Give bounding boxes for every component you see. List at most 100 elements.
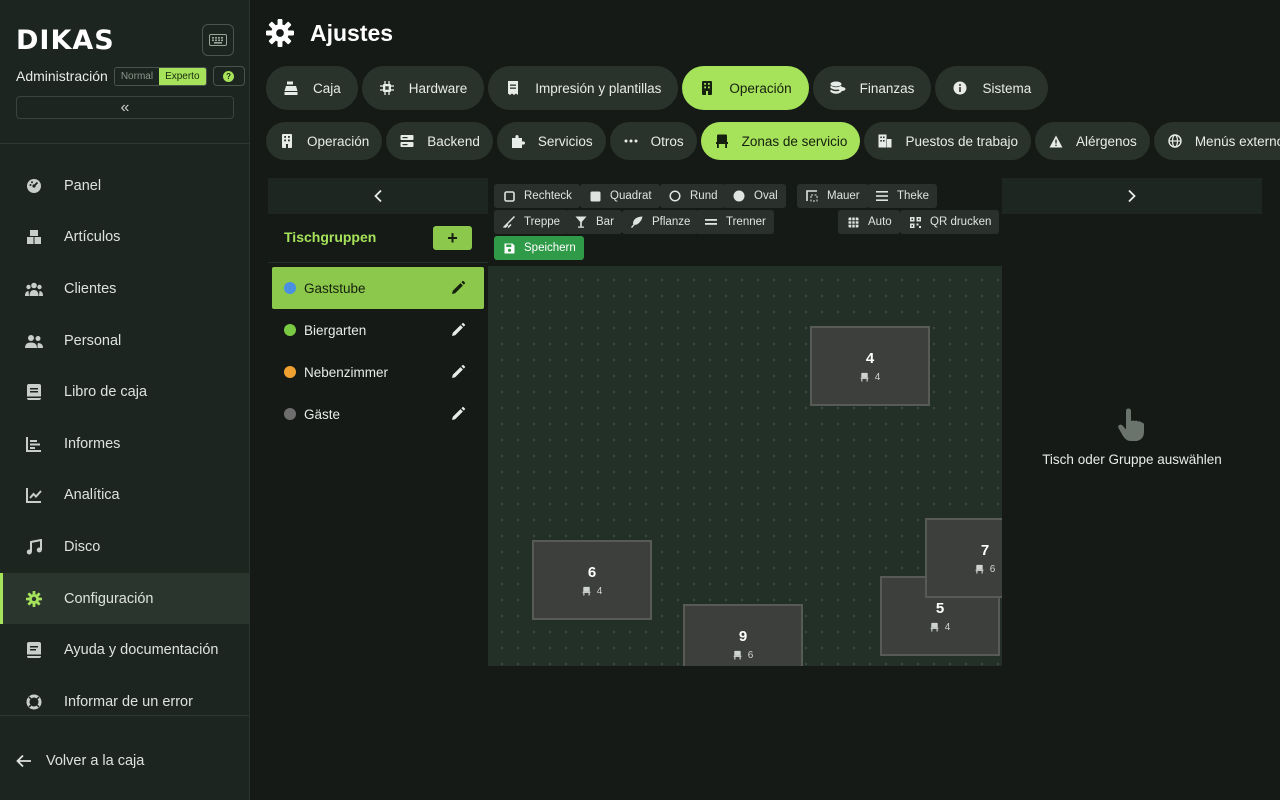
nav-label: Configuración — [64, 590, 154, 607]
table-7[interactable]: 7 6 — [925, 518, 1002, 598]
button-label: Speichern — [524, 242, 576, 254]
mode-normal-button[interactable]: Normal — [114, 67, 160, 85]
pencil-icon[interactable] — [450, 364, 466, 380]
pencil-icon[interactable] — [450, 322, 466, 338]
add-mauer-button[interactable]: Mauer — [797, 184, 868, 208]
chevron-left-icon — [374, 189, 382, 203]
group-list: Gaststube Biergarten Nebenzimmer Gäste — [272, 267, 484, 435]
nav-item-configuracion[interactable]: Configuración — [0, 572, 250, 625]
nav-item-articulos[interactable]: Artículos — [0, 212, 250, 264]
seat-count: 4 — [944, 621, 951, 633]
nav-item-clientes[interactable]: Clientes — [0, 263, 250, 315]
subtab-zonas-de-servicio[interactable]: Zonas de servicio — [700, 122, 861, 160]
chair-icon — [733, 650, 742, 660]
save-button[interactable]: Speichern — [494, 236, 584, 260]
nav-label: Artículos — [64, 229, 121, 246]
chip-icon — [379, 80, 395, 96]
group-name: Nebenzimmer — [304, 364, 389, 380]
nav-label: Clientes — [64, 280, 117, 297]
group-color-dot — [284, 282, 296, 294]
auto-layout-button[interactable]: Auto — [838, 210, 900, 234]
qr-code-icon — [908, 215, 922, 229]
chair-icon — [975, 564, 984, 574]
table-4[interactable]: 4 4 — [810, 326, 930, 406]
subtab-operacion[interactable]: Operación — [266, 122, 383, 160]
add-rund-button[interactable]: Rund — [660, 184, 726, 208]
page-header: Ajustes — [266, 18, 393, 48]
table-6[interactable]: 6 4 — [532, 540, 652, 620]
tab-caja[interactable]: Caja — [266, 66, 358, 110]
tab-hardware[interactable]: Hardware — [361, 66, 485, 110]
subtab-servicios[interactable]: Servicios — [496, 122, 606, 160]
print-qr-button[interactable]: QR drucken — [900, 210, 1000, 234]
tab-label: Sistema — [982, 80, 1032, 96]
subtab-menus-externos[interactable]: Menús externos — [1153, 122, 1280, 160]
group-item-gaststube[interactable]: Gaststube — [272, 267, 484, 309]
divider — [0, 715, 250, 716]
tab-impresion[interactable]: Impresión y plantillas — [488, 66, 679, 110]
subtab-otros[interactable]: Otros — [609, 122, 697, 160]
button-label: Bar — [596, 216, 614, 228]
table-number: 4 — [865, 349, 875, 367]
server-icon — [399, 133, 415, 149]
tab-label: Caja — [313, 80, 341, 96]
list-icon — [875, 189, 889, 203]
subtab-puestos-de-trabajo[interactable]: Puestos de trabajo — [864, 122, 1032, 160]
help-book-icon — [24, 640, 44, 660]
pencil-icon[interactable] — [450, 406, 466, 422]
user-group-icon — [24, 331, 44, 351]
plus-icon: + — [447, 227, 458, 248]
nav-item-panel[interactable]: Panel — [0, 160, 250, 212]
nav-item-analitica[interactable]: Analítica — [0, 470, 250, 522]
nav-item-ayuda[interactable]: Ayuda y documentación — [0, 624, 250, 676]
button-label: Quadrat — [610, 190, 652, 202]
nav-item-libro-de-caja[interactable]: Libro de caja — [0, 366, 250, 418]
next-panel-button[interactable] — [1002, 178, 1262, 214]
button-label: Oval — [754, 190, 778, 202]
subtab-alergenos[interactable]: Alérgenos — [1035, 122, 1150, 160]
group-color-dot — [284, 366, 296, 378]
nav-label: Analítica — [64, 487, 120, 504]
add-group-button[interactable]: + — [433, 226, 472, 250]
help-button[interactable]: ? — [212, 66, 245, 86]
button-label: Rund — [690, 190, 718, 202]
tab-finanzas[interactable]: Finanzas — [812, 66, 932, 110]
add-treppe-button[interactable]: Treppe — [494, 210, 569, 234]
square-icon — [588, 189, 602, 203]
tab-label: Hardware — [408, 80, 468, 96]
tab-operacion[interactable]: Operación — [682, 66, 809, 110]
coins-icon — [830, 80, 846, 96]
add-bar-button[interactable]: Bar — [566, 210, 622, 234]
nav-item-informes[interactable]: Informes — [0, 418, 250, 470]
admin-row: Administración Normal Experto ? — [16, 66, 245, 86]
add-rechteck-button[interactable]: Rechteck — [494, 184, 580, 208]
button-label: Mauer — [827, 190, 860, 202]
building-icon — [699, 80, 715, 96]
button-label: Trenner — [726, 216, 766, 228]
mode-expert-button[interactable]: Experto — [159, 67, 206, 85]
group-item-biergarten[interactable]: Biergarten — [272, 309, 484, 351]
table-9[interactable]: 9 6 — [683, 604, 803, 666]
group-item-gaeste[interactable]: Gäste — [272, 393, 484, 435]
tab-sistema[interactable]: Sistema — [935, 66, 1049, 110]
floor-plan-canvas[interactable]: 4 4 6 4 9 6 5 4 7 6 — [488, 266, 1002, 666]
add-oval-button[interactable]: Oval — [724, 184, 786, 208]
wall-icon — [805, 189, 819, 203]
nav-item-informar-error[interactable]: Informar de un error — [0, 676, 250, 728]
nav-item-personal[interactable]: Personal — [0, 315, 250, 367]
back-to-register-link[interactable]: Volver a la caja — [16, 750, 144, 772]
sidebar-nav: Panel Artículos Clientes Personal Libro … — [0, 160, 250, 728]
keyboard-button[interactable] — [202, 24, 234, 56]
previous-panel-button[interactable] — [268, 178, 488, 214]
bar-chart-icon — [24, 434, 44, 454]
add-quadrat-button[interactable]: Quadrat — [580, 184, 660, 208]
pencil-icon[interactable] — [450, 280, 466, 296]
button-label: Treppe — [524, 216, 561, 228]
subtab-backend[interactable]: Backend — [386, 122, 493, 160]
add-trenner-button[interactable]: Trenner — [696, 210, 774, 234]
add-theke-button[interactable]: Theke — [867, 184, 937, 208]
add-pflanze-button[interactable]: Pflanze — [622, 210, 699, 234]
group-item-nebenzimmer[interactable]: Nebenzimmer — [272, 351, 484, 393]
collapse-sidebar-button[interactable]: « — [16, 96, 234, 119]
nav-item-disco[interactable]: Disco — [0, 521, 250, 573]
